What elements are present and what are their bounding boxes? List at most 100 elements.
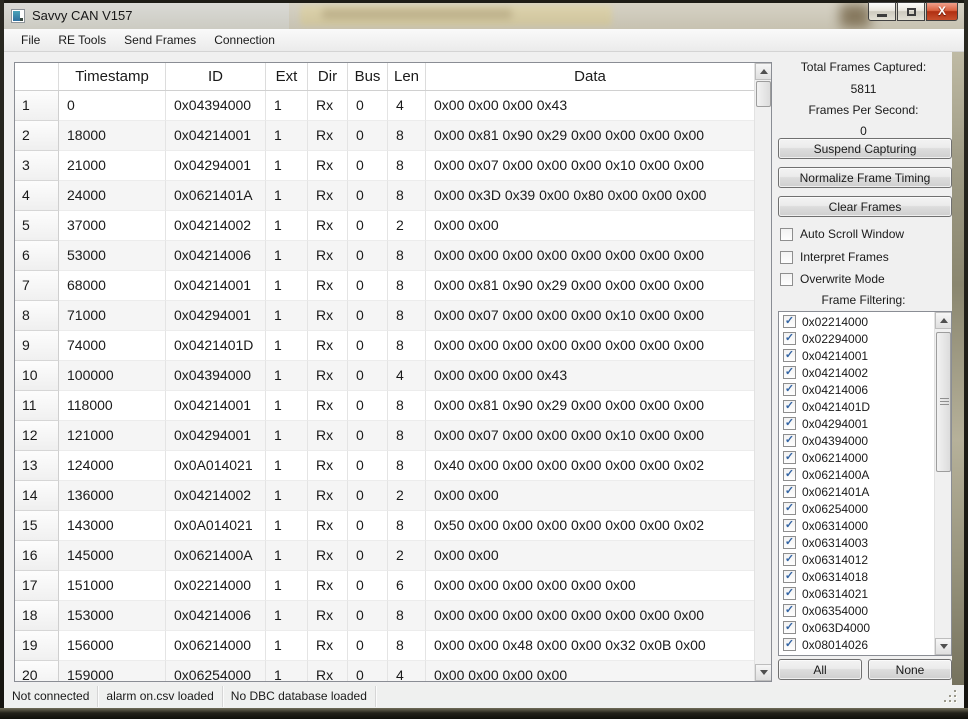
filter-item[interactable]: 0x08014026	[779, 636, 934, 653]
row-number: 2	[15, 121, 59, 151]
checkbox-checked-icon[interactable]	[783, 366, 796, 379]
checkbox-checked-icon[interactable]	[783, 434, 796, 447]
checkbox-checked-icon[interactable]	[783, 587, 796, 600]
overwrite-mode-checkbox-row[interactable]: Overwrite Mode	[780, 272, 885, 286]
table-row[interactable]: 17 151000 0x02214000 1 Rx 0 6 0x00 0x00 0x00 0x…	[15, 571, 754, 601]
checkbox-icon[interactable]	[780, 227, 793, 241]
close-button[interactable]: X	[926, 2, 958, 21]
scroll-up-button[interactable]	[755, 63, 771, 80]
header-ext[interactable]: Ext	[266, 63, 308, 90]
table-row[interactable]: 12 121000 0x04294001 1 Rx 0 8 0x00 0x07 0x00 0x…	[15, 421, 754, 451]
checkbox-checked-icon[interactable]	[783, 468, 796, 481]
checkbox-checked-icon[interactable]	[783, 349, 796, 362]
table-row[interactable]: 6 53000 0x04214006 1 Rx 0 8 0x00 0x00 0x00 0x00…	[15, 241, 754, 271]
checkbox-checked-icon[interactable]	[783, 332, 796, 345]
table-row[interactable]: 20 159000 0x06254000 1 Rx 0 4 0x00 0x00 0x00 0x…	[15, 661, 754, 681]
filter-item[interactable]: 0x04214002	[779, 364, 934, 381]
checkbox-checked-icon[interactable]	[783, 451, 796, 464]
table-row[interactable]: 15 143000 0x0A014021 1 Rx 0 8 0x50 0x00 0x00 0x…	[15, 511, 754, 541]
filter-item[interactable]: 0x04294001	[779, 415, 934, 432]
checkbox-checked-icon[interactable]	[783, 536, 796, 549]
checkbox-checked-icon[interactable]	[783, 502, 796, 515]
filter-item[interactable]: 0x0621400A	[779, 466, 934, 483]
table-scrollbar-thumb[interactable]	[756, 81, 771, 107]
table-scrollbar[interactable]	[754, 63, 771, 681]
filter-all-button[interactable]: All	[778, 659, 862, 680]
table-row[interactable]: 18 153000 0x04214006 1 Rx 0 8 0x00 0x00 0x00 0x…	[15, 601, 754, 631]
cell-len: 8	[388, 601, 426, 631]
table-row[interactable]: 11 118000 0x04214001 1 Rx 0 8 0x00 0x81 0x90 0x…	[15, 391, 754, 421]
menu-re-tools[interactable]: RE Tools	[49, 29, 115, 52]
filter-item[interactable]: 0x02294000	[779, 330, 934, 347]
checkbox-icon[interactable]	[780, 272, 793, 286]
checkbox-checked-icon[interactable]	[783, 400, 796, 413]
checkbox-checked-icon[interactable]	[783, 570, 796, 583]
filter-item[interactable]: 0x04214001	[779, 347, 934, 364]
filter-item[interactable]: 0x063D4000	[779, 619, 934, 636]
header-len[interactable]: Len	[388, 63, 426, 90]
filter-item[interactable]: 0x06214000	[779, 449, 934, 466]
checkbox-icon[interactable]	[780, 250, 793, 264]
header-bus[interactable]: Bus	[348, 63, 388, 90]
checkbox-checked-icon[interactable]	[783, 417, 796, 430]
header-id[interactable]: ID	[166, 63, 266, 90]
filter-item[interactable]: 0x06314000	[779, 517, 934, 534]
suspend-capturing-button[interactable]: Suspend Capturing	[778, 138, 952, 159]
table-row[interactable]: 8 71000 0x04294001 1 Rx 0 8 0x00 0x07 0x00 0x00…	[15, 301, 754, 331]
checkbox-checked-icon[interactable]	[783, 638, 796, 651]
checkbox-checked-icon[interactable]	[783, 604, 796, 617]
filter-item[interactable]: 0x0421401D	[779, 398, 934, 415]
table-row[interactable]: 1 0 0x04394000 1 Rx 0 4 0x00 0x00 0x00 0x43	[15, 91, 754, 121]
table-row[interactable]: 5 37000 0x04214002 1 Rx 0 2 0x00 0x00	[15, 211, 754, 241]
checkbox-checked-icon[interactable]	[783, 553, 796, 566]
filter-item[interactable]: 0x04214006	[779, 381, 934, 398]
table-row[interactable]: 14 136000 0x04214002 1 Rx 0 2 0x00 0x00	[15, 481, 754, 511]
filter-item[interactable]: 0x06314012	[779, 551, 934, 568]
maximize-button[interactable]	[897, 2, 925, 21]
checkbox-checked-icon[interactable]	[783, 519, 796, 532]
menu-send-frames[interactable]: Send Frames	[115, 29, 205, 52]
table-row[interactable]: 13 124000 0x0A014021 1 Rx 0 8 0x40 0x00 0x00 0x…	[15, 451, 754, 481]
table-row[interactable]: 4 24000 0x0621401A 1 Rx 0 8 0x00 0x3D 0x39 0x00…	[15, 181, 754, 211]
cell-timestamp: 145000	[59, 541, 166, 571]
filter-item[interactable]: 0x06314003	[779, 534, 934, 551]
table-row[interactable]: 2 18000 0x04214001 1 Rx 0 8 0x00 0x81 0x90 0x29…	[15, 121, 754, 151]
scroll-down-button[interactable]	[935, 638, 951, 655]
filter-item[interactable]: 0x02214000	[779, 313, 934, 330]
filter-item[interactable]: 0x06314021	[779, 585, 934, 602]
filter-item[interactable]: 0x06314018	[779, 568, 934, 585]
filter-item[interactable]: 0x06354000	[779, 602, 934, 619]
filter-item[interactable]: 0x06254000	[779, 500, 934, 517]
resize-grip[interactable]	[944, 690, 958, 704]
checkbox-checked-icon[interactable]	[783, 315, 796, 328]
minimize-button[interactable]	[868, 2, 896, 21]
filter-none-button[interactable]: None	[868, 659, 952, 680]
filter-scrollbar[interactable]	[934, 312, 951, 655]
table-row[interactable]: 9 74000 0x0421401D 1 Rx 0 8 0x00 0x00 0x00 0x00…	[15, 331, 754, 361]
table-row[interactable]: 16 145000 0x0621400A 1 Rx 0 2 0x00 0x00	[15, 541, 754, 571]
header-dir[interactable]: Dir	[308, 63, 348, 90]
filter-item[interactable]: 0x04394000	[779, 432, 934, 449]
table-row[interactable]: 7 68000 0x04214001 1 Rx 0 8 0x00 0x81 0x90 0x29…	[15, 271, 754, 301]
interpret-frames-checkbox-row[interactable]: Interpret Frames	[780, 250, 889, 264]
table-row[interactable]: 3 21000 0x04294001 1 Rx 0 8 0x00 0x07 0x00 0x00…	[15, 151, 754, 181]
checkbox-checked-icon[interactable]	[783, 621, 796, 634]
cell-dir: Rx	[308, 481, 348, 511]
menu-file[interactable]: File	[12, 29, 49, 52]
filter-item[interactable]: 0x0621401A	[779, 483, 934, 500]
maximize-icon	[906, 7, 916, 16]
auto-scroll-checkbox-row[interactable]: Auto Scroll Window	[780, 227, 904, 241]
normalize-frame-timing-button[interactable]: Normalize Frame Timing	[778, 167, 952, 188]
clear-frames-button[interactable]: Clear Frames	[778, 196, 952, 217]
header-timestamp[interactable]: Timestamp	[59, 63, 166, 90]
table-row[interactable]: 19 156000 0x06214000 1 Rx 0 8 0x00 0x00 0x48 0x…	[15, 631, 754, 661]
title-bar[interactable]: Savvy CAN V157	[4, 3, 964, 29]
menu-connection[interactable]: Connection	[205, 29, 284, 52]
scroll-down-button[interactable]	[755, 664, 771, 681]
table-row[interactable]: 10 100000 0x04394000 1 Rx 0 4 0x00 0x00 0x00 0x…	[15, 361, 754, 391]
checkbox-checked-icon[interactable]	[783, 485, 796, 498]
header-data[interactable]: Data	[426, 63, 754, 90]
filter-scrollbar-thumb[interactable]	[936, 332, 951, 472]
checkbox-checked-icon[interactable]	[783, 383, 796, 396]
scroll-up-button[interactable]	[935, 312, 951, 329]
